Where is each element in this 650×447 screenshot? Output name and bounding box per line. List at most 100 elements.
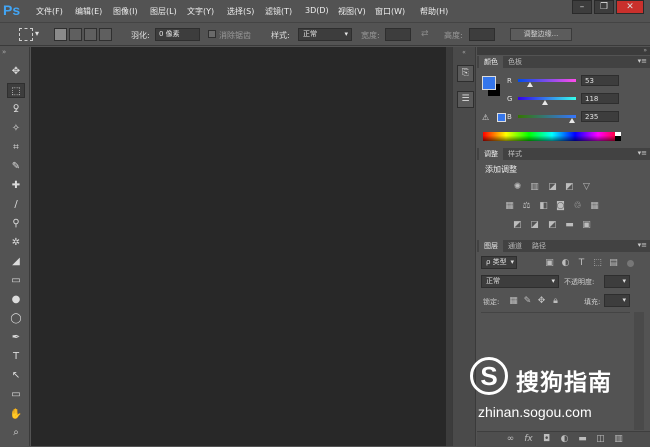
menu-item[interactable]: 窗口(W) <box>375 6 405 17</box>
tab-adjustments[interactable]: 调整 <box>479 148 503 160</box>
antialias-checkbox[interactable] <box>208 30 216 38</box>
crop-tool-icon[interactable]: ⌗ <box>7 140 25 155</box>
black-white-icon[interactable]: ◧ <box>538 201 549 211</box>
layer-filter-select[interactable]: ρ 类型 ▾ <box>481 256 517 269</box>
panel-menu-icon[interactable]: ▾≡ <box>638 241 647 249</box>
tab-layers[interactable]: 图层 <box>479 240 503 252</box>
opacity-input[interactable]: ▾ <box>604 275 630 288</box>
menu-item[interactable]: 图像(I) <box>113 6 138 17</box>
history-icon[interactable]: ⎘ <box>457 65 474 82</box>
eyedropper-icon[interactable]: ✎ <box>7 159 25 174</box>
menu-item[interactable]: 3D(D) <box>305 6 329 15</box>
filter-pixel-icon[interactable]: ▣ <box>544 258 555 268</box>
tab-styles[interactable]: 样式 <box>503 148 527 160</box>
tab-swatches[interactable]: 色板 <box>503 56 527 68</box>
filter-smart-object-icon[interactable]: ▤ <box>608 258 619 268</box>
move-tool-icon[interactable]: ✥ <box>7 64 25 79</box>
rectangle-tool-icon[interactable]: ▭ <box>7 387 25 402</box>
fill-input[interactable]: ▾ <box>604 294 630 307</box>
gradient-map-icon[interactable]: ▬ <box>564 220 575 230</box>
black-swatch[interactable] <box>615 136 621 141</box>
pen-tool-icon[interactable]: ✒ <box>7 330 25 345</box>
filter-type-icon[interactable]: T <box>576 258 587 268</box>
hand-tool-icon[interactable]: ✋ <box>7 407 25 422</box>
color-lookup-icon[interactable]: ▦ <box>589 201 600 211</box>
marquee-preset-icon[interactable] <box>19 28 33 41</box>
style-select[interactable]: 正常 ▾ <box>298 28 352 41</box>
lock-position-icon[interactable]: ✥ <box>536 296 547 306</box>
menu-item[interactable]: 帮助(H) <box>420 6 448 17</box>
tab-paths[interactable]: 路径 <box>527 240 551 252</box>
dock-expand-icon[interactable]: » <box>643 47 647 54</box>
close-button[interactable]: ✕ <box>616 0 644 14</box>
preset-chevron-icon[interactable]: ▾ <box>35 29 39 38</box>
width-input[interactable] <box>385 28 411 41</box>
r-slider-knob[interactable] <box>527 82 533 87</box>
path-selection-icon[interactable]: ↖ <box>7 368 25 383</box>
color-spectrum-bar[interactable] <box>483 132 621 141</box>
panel-menu-icon[interactable]: ▾≡ <box>638 57 647 65</box>
layer-style-icon[interactable]: fx <box>523 434 534 444</box>
refine-edge-button[interactable]: 调整边缘... <box>510 28 572 41</box>
zoom-tool-icon[interactable]: ⌕ <box>7 425 25 440</box>
brush-tool-icon[interactable]: / <box>7 197 25 212</box>
menu-item[interactable]: 编辑(E) <box>75 6 102 17</box>
invert-icon[interactable]: ◩ <box>512 220 523 230</box>
r-value-input[interactable]: 53 <box>581 75 619 86</box>
selective-color-icon[interactable]: ▣ <box>581 220 592 230</box>
minimize-button[interactable]: – <box>572 0 592 14</box>
filter-shape-icon[interactable]: ⬚ <box>592 258 603 268</box>
quick-selection-icon[interactable]: ✧ <box>7 121 25 136</box>
properties-icon[interactable]: ☰ <box>457 91 474 108</box>
web-safe-color-swatch[interactable] <box>497 113 506 122</box>
history-brush-icon[interactable]: ✲ <box>7 235 25 250</box>
b-value-input[interactable]: 235 <box>581 111 619 122</box>
tab-channels[interactable]: 通道 <box>503 240 527 252</box>
menu-item[interactable]: 图层(L) <box>150 6 177 17</box>
clone-stamp-icon[interactable]: ⚲ <box>7 216 25 231</box>
g-slider-knob[interactable] <box>542 100 548 105</box>
posterize-icon[interactable]: ◪ <box>529 220 540 230</box>
threshold-icon[interactable]: ◩ <box>547 220 558 230</box>
collapse-arrows-icon[interactable]: » <box>2 48 6 56</box>
blur-tool-icon[interactable]: ● <box>7 292 25 307</box>
b-slider[interactable] <box>518 115 576 118</box>
menu-item[interactable]: 文件(F) <box>36 6 63 17</box>
menu-item[interactable]: 视图(V) <box>338 6 366 17</box>
intersect-selection-icon[interactable] <box>99 28 112 41</box>
menu-item[interactable]: 滤镜(T) <box>265 6 292 17</box>
lock-all-icon[interactable]: 🔒︎ <box>550 296 561 306</box>
filter-toggle-icon[interactable] <box>627 260 634 267</box>
document-canvas[interactable] <box>31 47 446 446</box>
feather-input[interactable]: 0 像素 <box>155 28 200 41</box>
color-balance-icon[interactable]: ⚖ <box>521 201 532 211</box>
lock-pixels-icon[interactable]: ✎ <box>522 296 533 306</box>
dodge-tool-icon[interactable]: ◯ <box>7 311 25 326</box>
blend-mode-select[interactable]: 正常 ▾ <box>481 275 559 288</box>
height-input[interactable] <box>469 28 495 41</box>
layers-scrollbar[interactable] <box>634 312 644 430</box>
dock-collapse-icon[interactable]: « <box>455 49 473 56</box>
panel-menu-icon[interactable]: ▾≡ <box>638 149 647 157</box>
eraser-icon[interactable]: ◢ <box>7 254 25 269</box>
swap-icon[interactable]: ⇄ <box>421 29 429 39</box>
foreground-color-swatch[interactable] <box>482 76 496 90</box>
levels-icon[interactable]: ▥ <box>529 182 540 192</box>
trash-icon[interactable]: ▥ <box>613 434 624 444</box>
tab-color[interactable]: 颜色 <box>479 56 503 68</box>
curves-icon[interactable]: ◪ <box>547 182 558 192</box>
photo-filter-icon[interactable]: ◙ <box>555 201 566 211</box>
vibrance-icon[interactable]: ▽ <box>581 182 592 192</box>
brightness-icon[interactable]: ✺ <box>512 182 523 192</box>
link-layers-icon[interactable]: ∞ <box>505 434 516 444</box>
subtract-selection-icon[interactable] <box>84 28 97 41</box>
restore-button[interactable]: ❐ <box>594 0 614 14</box>
new-layer-icon[interactable]: ◫ <box>595 434 606 444</box>
g-value-input[interactable]: 118 <box>581 93 619 104</box>
adjustment-layer-icon[interactable]: ◐ <box>559 434 570 444</box>
healing-brush-icon[interactable]: ✚ <box>7 178 25 193</box>
b-slider-knob[interactable] <box>569 118 575 123</box>
layer-mask-icon[interactable]: ◘ <box>541 434 552 444</box>
filter-adjustment-icon[interactable]: ◐ <box>560 258 571 268</box>
channel-mixer-icon[interactable]: ♲ <box>572 201 583 211</box>
